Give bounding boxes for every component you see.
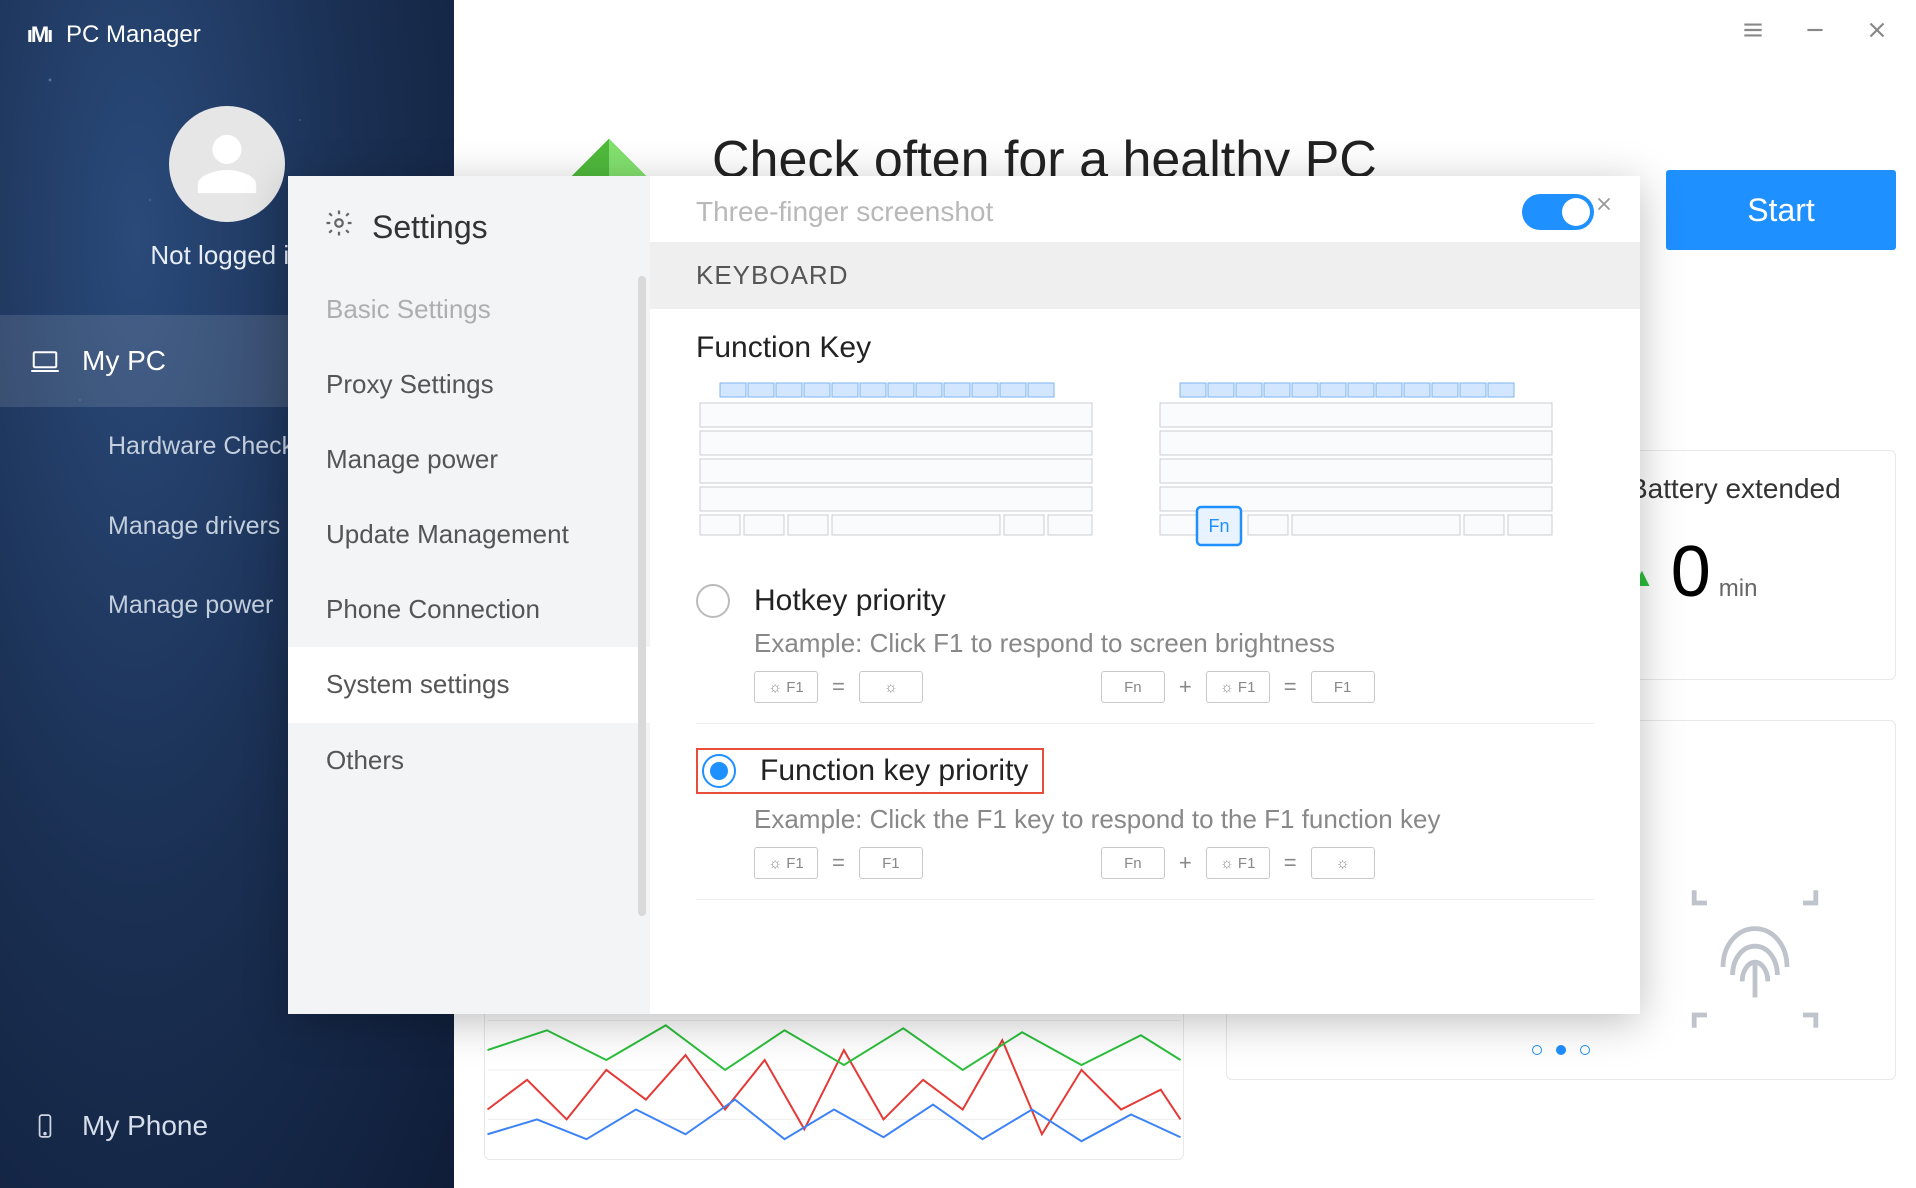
- dot-3[interactable]: [1580, 1045, 1590, 1055]
- settings-body: Three-finger screenshot KEYBOARD Functio…: [650, 176, 1640, 1014]
- sidebar-item-label: My Phone: [82, 1110, 208, 1142]
- function-key-desc: Example: Click the F1 key to respond to …: [696, 794, 1594, 847]
- app-logo-icon: ıMı: [22, 18, 56, 52]
- settings-nav-proxy[interactable]: Proxy Settings: [288, 347, 650, 422]
- sidebar-item-myphone[interactable]: My Phone: [0, 1090, 454, 1162]
- settings-dialog: Settings Basic Settings Proxy Settings M…: [288, 176, 1640, 1014]
- close-icon[interactable]: [1860, 13, 1894, 47]
- dialog-close-icon[interactable]: [1590, 190, 1618, 218]
- three-finger-row: Three-finger screenshot: [650, 182, 1640, 242]
- divider: [696, 723, 1594, 724]
- radio-hotkey[interactable]: Hotkey priority: [696, 584, 1594, 618]
- function-key-title: Function Key: [650, 309, 1640, 379]
- keyboard-hotkey-icon: [696, 379, 1096, 554]
- battery-value: ▲ 0 min: [1629, 531, 1873, 613]
- option-hotkey: Hotkey priority Example: Click F1 to res…: [650, 574, 1640, 709]
- settings-nav-phone[interactable]: Phone Connection: [288, 572, 650, 647]
- highlight-box: Function key priority: [696, 748, 1044, 794]
- keyboard-fn-icon: Fn: [1156, 379, 1556, 554]
- function-key-label: Function key priority: [760, 754, 1028, 788]
- minimize-icon[interactable]: [1798, 13, 1832, 47]
- hotkey-eq-left: ☼ F1 = ☼: [696, 671, 923, 703]
- start-button[interactable]: Start: [1666, 170, 1896, 250]
- radio-icon: [702, 754, 736, 788]
- avatar-icon[interactable]: [169, 106, 285, 222]
- settings-title: Settings: [288, 194, 650, 272]
- hotkey-desc: Example: Click F1 to respond to screen b…: [696, 618, 1594, 671]
- option-function-key: Function key priority Example: Click the…: [650, 738, 1640, 885]
- phone-icon: [30, 1111, 60, 1141]
- divider: [696, 899, 1594, 900]
- battery-title: Battery extended: [1629, 473, 1873, 505]
- funckey-eq-left: ☼ F1 = F1: [696, 847, 923, 879]
- settings-nav-others[interactable]: Others: [288, 723, 650, 798]
- sidebar-item-label: My PC: [82, 345, 166, 377]
- three-finger-toggle[interactable]: [1522, 194, 1594, 230]
- laptop-icon: [30, 346, 60, 376]
- settings-nav: Settings Basic Settings Proxy Settings M…: [288, 176, 650, 1014]
- carousel-dots[interactable]: [1532, 1045, 1590, 1055]
- settings-nav-power[interactable]: Manage power: [288, 422, 650, 497]
- app-title: PC Manager: [66, 21, 201, 49]
- battery-card[interactable]: Battery extended ▲ 0 min: [1606, 450, 1896, 680]
- fingerprint-icon: [1675, 879, 1835, 1039]
- radio-icon: [696, 584, 730, 618]
- settings-nav-basic[interactable]: Basic Settings: [288, 272, 650, 347]
- settings-nav-scrollbar[interactable]: [638, 276, 646, 916]
- gear-icon: [324, 208, 354, 246]
- settings-nav-system[interactable]: System settings: [288, 647, 650, 722]
- three-finger-label: Three-finger screenshot: [696, 196, 993, 228]
- hotkey-eq-right: Fn + ☼ F1 = F1: [1043, 671, 1375, 703]
- funckey-eq-right: Fn + ☼ F1 = ☼: [1043, 847, 1375, 879]
- section-keyboard: KEYBOARD: [650, 242, 1640, 309]
- sidebar-header: ıMı PC Manager: [0, 0, 454, 70]
- titlebar: [454, 0, 1916, 60]
- settings-nav-update[interactable]: Update Management: [288, 497, 650, 572]
- dot-1[interactable]: [1532, 1045, 1542, 1055]
- dot-2[interactable]: [1556, 1045, 1566, 1055]
- svg-text:Fn: Fn: [1208, 516, 1229, 536]
- radio-function-key[interactable]: Function key priority: [696, 748, 1594, 794]
- keyboard-illustrations: Fn: [650, 379, 1640, 574]
- hotkey-label: Hotkey priority: [754, 584, 946, 618]
- menu-icon[interactable]: [1736, 13, 1770, 47]
